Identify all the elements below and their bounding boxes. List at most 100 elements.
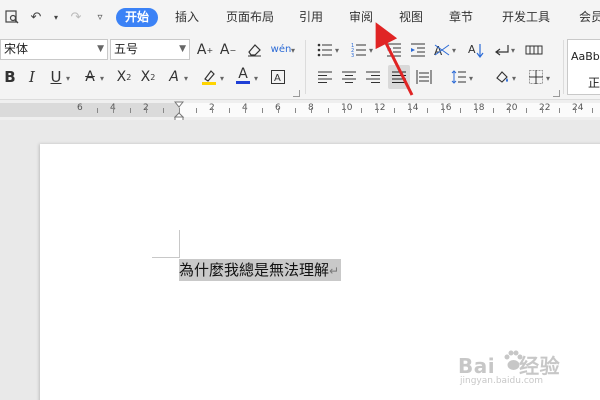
undo-icon[interactable]: ↶ xyxy=(28,8,44,26)
document-text: 為什麼我總是無法理解 xyxy=(179,261,330,279)
tab-review[interactable]: 审阅 xyxy=(349,8,373,27)
increase-indent-icon[interactable] xyxy=(408,40,428,60)
ruler-tick xyxy=(575,108,576,113)
decrease-indent-icon[interactable] xyxy=(384,40,404,60)
svg-text:A: A xyxy=(468,43,476,56)
table-tools-icon[interactable] xyxy=(524,40,544,60)
ruler-tick xyxy=(195,108,197,113)
ruler-tick xyxy=(360,108,362,113)
numbering-icon[interactable]: 123 xyxy=(349,40,369,60)
clear-format-icon[interactable] xyxy=(244,40,264,60)
chevron-down-icon: ▼ xyxy=(97,44,104,54)
ruler-tick xyxy=(344,108,345,113)
grow-font-icon[interactable]: A + xyxy=(195,40,215,60)
chevron-down-icon[interactable]: ▾ xyxy=(546,74,550,83)
borders-icon[interactable] xyxy=(526,67,546,87)
group-divider xyxy=(563,40,564,94)
style-preview: AaBb xyxy=(571,50,600,63)
distributed-align-icon[interactable] xyxy=(414,67,434,87)
text-effect-icon[interactable]: A xyxy=(164,67,184,87)
highlight-icon[interactable] xyxy=(199,67,219,87)
tab-developer-tools[interactable]: 开发工具 xyxy=(502,8,550,27)
ruler-tick xyxy=(476,108,477,113)
font-size-value: 五号 xyxy=(114,42,139,56)
tab-view[interactable]: 视图 xyxy=(399,8,423,27)
svg-text:3: 3 xyxy=(351,53,354,57)
align-center-icon[interactable] xyxy=(339,67,359,87)
chevron-down-icon[interactable]: ▾ xyxy=(100,74,104,83)
ruler-number: 20 xyxy=(506,103,518,113)
ruler-number: 18 xyxy=(473,103,485,113)
chevron-down-icon[interactable]: ▾ xyxy=(220,74,224,83)
ruler-number: 6 xyxy=(77,103,83,113)
pinyin-guide-icon[interactable]: wén xyxy=(271,39,292,59)
watermark: Bai 经验 jingyan.baidu.com xyxy=(458,350,598,398)
svg-text:A: A xyxy=(274,73,281,84)
chinese-layout-icon[interactable]: A xyxy=(432,40,452,60)
tab-member[interactable]: 会员 xyxy=(579,8,600,27)
ruler-tick xyxy=(113,108,114,113)
chevron-down-icon[interactable]: ▾ xyxy=(452,46,456,55)
chevron-down-icon[interactable]: ▾ xyxy=(469,74,473,83)
font-name-value: 宋体 xyxy=(4,42,29,56)
customize-quick-access-icon[interactable]: ▿ xyxy=(92,8,108,26)
ruler-number: 12 xyxy=(374,103,386,113)
font-color-icon[interactable]: A xyxy=(233,65,253,85)
watermark-url: jingyan.baidu.com xyxy=(460,376,544,386)
font-name-select[interactable]: 宋体 ▼ xyxy=(0,39,108,60)
bullets-icon[interactable] xyxy=(315,40,335,60)
underline-icon[interactable]: U xyxy=(46,67,66,87)
margin-corner-mark xyxy=(152,257,180,258)
horizontal-ruler[interactable]: 64224681012141618202224 xyxy=(0,100,600,120)
ruler-tick xyxy=(410,108,411,113)
bold-icon[interactable]: B xyxy=(0,67,20,87)
chevron-down-icon[interactable]: ▾ xyxy=(512,74,516,83)
line-spacing-icon[interactable] xyxy=(449,67,469,87)
shading-icon[interactable] xyxy=(492,67,512,87)
ruler-number: 22 xyxy=(539,103,551,113)
align-right-icon[interactable] xyxy=(363,67,383,87)
show-hide-marks-icon[interactable] xyxy=(492,40,512,60)
tab-references[interactable]: 引用 xyxy=(299,8,323,27)
chevron-down-icon[interactable]: ▾ xyxy=(369,46,373,55)
chevron-down-icon[interactable]: ▾ xyxy=(335,46,339,55)
chevron-down-icon[interactable]: ▾ xyxy=(254,74,258,83)
shrink-font-icon[interactable]: A − xyxy=(218,40,238,60)
font-size-select[interactable]: 五号 ▼ xyxy=(110,39,190,60)
align-left-icon[interactable] xyxy=(315,67,335,87)
styles-gallery[interactable]: AaBb 正 xyxy=(567,39,600,95)
character-border-icon[interactable]: A xyxy=(268,67,288,87)
find-replace-icon[interactable] xyxy=(4,8,20,26)
chevron-down-icon[interactable]: ▾ xyxy=(184,74,188,83)
ruler-tick xyxy=(245,108,246,113)
ruler-tick xyxy=(96,108,98,113)
selected-text[interactable]: 為什麼我總是無法理解↵ xyxy=(179,259,342,281)
tab-insert[interactable]: 插入 xyxy=(175,8,199,27)
subscript-icon[interactable]: X2 xyxy=(138,67,158,87)
ruler-tick xyxy=(261,108,263,113)
sort-icon[interactable]: A xyxy=(466,40,486,60)
ruler-tick xyxy=(393,108,395,113)
ruler-tick xyxy=(129,108,131,113)
ruler-tick xyxy=(443,108,444,113)
chevron-down-icon[interactable]: ▾ xyxy=(511,46,515,55)
paragraph-dialog-launcher-icon[interactable] xyxy=(553,90,560,97)
undo-dropdown-icon[interactable]: ▾ xyxy=(52,8,60,26)
font-dialog-launcher-icon[interactable] xyxy=(293,90,300,97)
superscript-icon[interactable]: X2 xyxy=(114,67,134,87)
tab-page-layout[interactable]: 页面布局 xyxy=(226,8,274,27)
strikethrough-icon[interactable]: A xyxy=(80,67,100,87)
ruler-number: 14 xyxy=(407,103,419,113)
ribbon-tab-bar: ↶ ▾ ↷ ▿ 开始 插入 页面布局 引用 审阅 视图 章节 开发工具 会员 xyxy=(0,0,600,34)
home-ribbon: 宋体 ▼ 五号 ▼ A + A − wén ▾ B I U ▾ A ▾ X2 X2 … xyxy=(0,34,600,100)
chevron-down-icon[interactable]: ▾ xyxy=(66,74,70,83)
justify-icon[interactable] xyxy=(388,65,410,89)
redo-icon[interactable]: ↷ xyxy=(68,8,84,26)
chevron-down-icon[interactable]: ▾ xyxy=(291,46,295,55)
chevron-down-icon: ▼ xyxy=(179,44,186,54)
indent-marker-icon[interactable] xyxy=(173,100,185,122)
paw-logo-icon xyxy=(504,350,523,370)
tab-chapter[interactable]: 章节 xyxy=(449,8,473,27)
tab-home[interactable]: 开始 xyxy=(116,8,159,27)
italic-icon[interactable]: I xyxy=(22,67,42,87)
